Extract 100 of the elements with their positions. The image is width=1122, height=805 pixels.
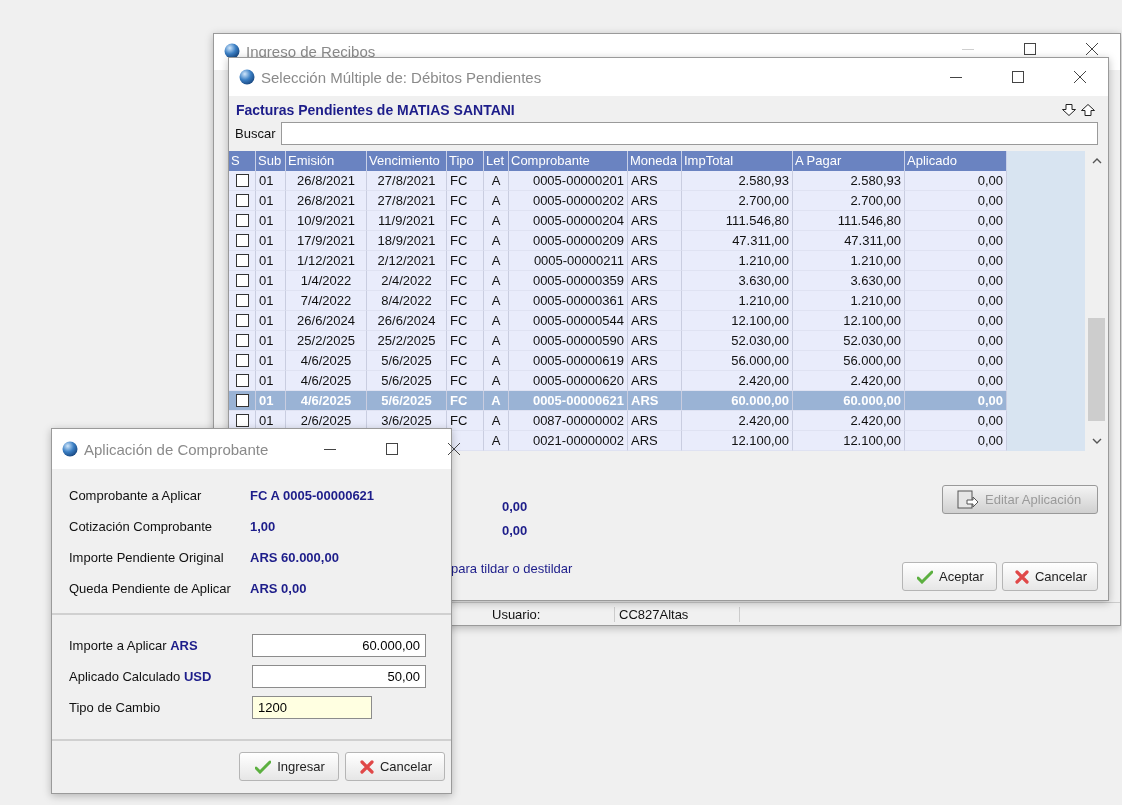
table-cell: 4/6/2025 [286,351,367,371]
close-icon[interactable] [448,443,461,455]
search-field[interactable] [281,122,1098,145]
table-cell: 0,00 [905,311,1007,331]
scroll-thumb[interactable] [1088,318,1105,421]
table-cell: 26/6/2024 [367,311,447,331]
table-cell: 8/4/2022 [367,291,447,311]
cross-icon [360,759,374,774]
table-cell: 0005-00000209 [509,231,628,251]
checkbox[interactable] [235,394,249,407]
table-cell: 56.000,00 [793,351,905,371]
checkbox[interactable] [235,414,249,427]
total-value: 0,00 [502,522,528,540]
down-arrow-icon[interactable] [1062,104,1076,116]
table-cell: 2.420,00 [682,411,793,431]
table-cell: FC [447,351,484,371]
info-label: Cotización Comprobante [69,519,214,535]
list-heading: Facturas Pendientes de MATIAS SANTANI [236,102,516,118]
column-header[interactable]: Comprobante [509,151,628,171]
table-cell: 2.700,00 [793,191,905,211]
table-cell: 1/12/2021 [286,251,367,271]
table-cell: 0,00 [905,171,1007,191]
column-header[interactable]: A Pagar [793,151,905,171]
table-cell: 2/12/2021 [367,251,447,271]
table-cell: 47.311,00 [793,231,905,251]
table-cell: 4/6/2025 [286,371,367,391]
input-field[interactable]: 50,00 [252,665,426,688]
table-cell: 3.630,00 [793,271,905,291]
up-arrow-icon[interactable] [1081,104,1095,116]
table-cell: 0005-00000201 [509,171,628,191]
table-cell: 111.546,80 [793,211,905,231]
table-cell: 0,00 [905,211,1007,231]
checkbox[interactable] [235,354,249,367]
checkbox[interactable] [235,214,249,227]
table-cell: A [484,251,509,271]
close-icon[interactable] [1086,43,1098,55]
checkbox[interactable] [235,314,249,327]
table-cell: FC [447,191,484,211]
table-cell: 12.100,00 [793,311,905,331]
table-cell: 01 [256,231,286,251]
checkbox[interactable] [235,254,249,267]
maximize-icon[interactable] [1012,71,1024,83]
table-cell: 1.210,00 [793,251,905,271]
info-value: 1,00 [250,519,277,535]
table-cell: 0,00 [905,271,1007,291]
input-field[interactable]: 60.000,00 [252,634,426,657]
table-cell: 0005-00000621 [509,391,628,411]
column-header[interactable]: Vencimiento [367,151,447,171]
accept-button[interactable]: Aceptar [901,562,997,591]
column-header[interactable]: Tipo [447,151,484,171]
checkbox[interactable] [235,274,249,287]
table-cell: FC [447,251,484,271]
table-cell: ARS [628,171,682,191]
column-header[interactable]: Let [484,151,509,171]
table-cell: 56.000,00 [682,351,793,371]
cancel-button[interactable]: Cancelar [1001,562,1098,591]
checkbox[interactable] [235,194,249,207]
table-cell: 2.700,00 [682,191,793,211]
table-cell: 12.100,00 [793,431,905,451]
column-header[interactable]: S [229,151,256,171]
checkbox[interactable] [235,234,249,247]
table-cell: A [484,391,509,411]
column-header[interactable]: Moneda [628,151,682,171]
table-cell: 3.630,00 [682,271,793,291]
checkbox[interactable] [235,334,249,347]
info-value: ARS 0,00 [250,581,308,597]
checkbox[interactable] [235,294,249,307]
table-cell: ARS [628,191,682,211]
table-cell: 01 [256,351,286,371]
column-header[interactable]: Aplicado [905,151,1007,171]
column-header[interactable]: Emisión [286,151,367,171]
table-cell: A [484,291,509,311]
table-cell: 01 [256,411,286,431]
maximize-icon[interactable] [386,443,399,455]
table-cell: FC [447,391,484,411]
status-value: CC827Altas [615,606,740,622]
scroll-up-icon[interactable] [1091,158,1102,164]
table-cell: 0,00 [905,391,1007,411]
checkbox[interactable] [235,174,249,187]
table-cell: 1.210,00 [682,251,793,271]
scroll-down-icon[interactable] [1091,438,1102,444]
table-cell: 0,00 [905,331,1007,351]
table-cell: A [484,351,509,371]
table-cell: 0005-00000590 [509,331,628,351]
cancel-button[interactable]: Cancelar [345,752,445,781]
input-field[interactable]: 1200 [252,696,372,719]
globe-icon [239,69,255,85]
maximize-icon[interactable] [1024,43,1036,55]
table-cell: 01 [256,271,286,291]
table-cell: 01 [256,391,286,411]
column-header[interactable]: Sub [256,151,286,171]
table-cell: 7/4/2022 [286,291,367,311]
table-cell: FC [447,171,484,191]
close-icon[interactable] [1074,71,1086,83]
column-header[interactable]: ImpTotal [682,151,793,171]
submit-button[interactable]: Ingresar [239,752,339,781]
table-cell: 01 [256,371,286,391]
table-cell: 25/2/2025 [286,331,367,351]
checkbox[interactable] [235,374,249,387]
window-title: Selección Múltiple de: Débitos Pendientes [261,68,542,86]
